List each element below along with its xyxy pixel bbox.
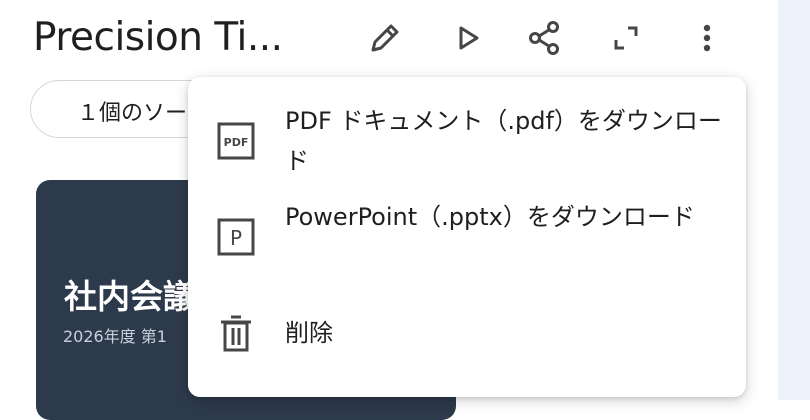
fullscreen-button[interactable] bbox=[604, 16, 648, 60]
share-icon bbox=[524, 18, 564, 58]
slide-subtitle: 2026年度 第1 bbox=[63, 327, 167, 346]
play-icon bbox=[448, 18, 488, 58]
svg-text:PDF: PDF bbox=[224, 136, 249, 149]
side-panel bbox=[778, 0, 810, 400]
menu-item-delete[interactable]: 削除 bbox=[188, 303, 746, 363]
sources-chip-label: １個のソー bbox=[77, 101, 188, 126]
powerpoint-icon: P bbox=[216, 217, 256, 257]
edit-button[interactable] bbox=[363, 16, 407, 60]
trash-icon bbox=[216, 313, 256, 353]
pencil-icon bbox=[365, 18, 405, 58]
pdf-icon: PDF bbox=[216, 121, 256, 161]
more-options-button[interactable] bbox=[685, 16, 729, 60]
share-button[interactable] bbox=[522, 16, 566, 60]
play-button[interactable] bbox=[446, 16, 490, 60]
more-vert-icon bbox=[687, 18, 727, 58]
slide-title: 社内会議 bbox=[64, 277, 196, 316]
menu-item-download-pptx[interactable]: P PowerPoint（.pptx）をダウンロード bbox=[188, 195, 746, 281]
menu-item-label: PowerPoint（.pptx）をダウンロード bbox=[285, 203, 695, 231]
menu-item-label: 削除 bbox=[285, 319, 333, 347]
more-options-menu: PDF PDF ドキュメント（.pdf）をダウンロード P PowerPoint… bbox=[188, 77, 746, 397]
menu-item-download-pdf[interactable]: PDF PDF ドキュメント（.pdf）をダウンロード bbox=[188, 99, 746, 185]
menu-item-label: PDF ドキュメント（.pdf）をダウンロード bbox=[285, 107, 722, 175]
page-title: Precision Ti... bbox=[33, 15, 283, 60]
svg-text:P: P bbox=[230, 226, 242, 250]
fullscreen-icon bbox=[606, 18, 646, 58]
